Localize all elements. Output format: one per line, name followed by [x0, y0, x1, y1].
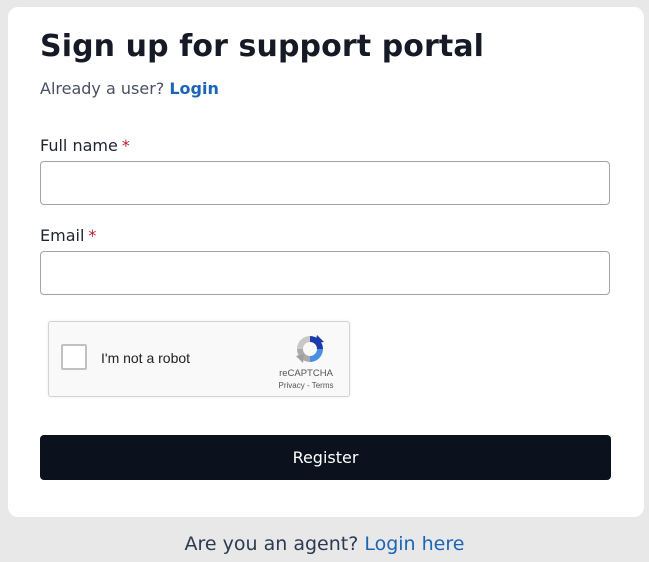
recaptcha-privacy-link[interactable]: Privacy — [279, 381, 305, 390]
email-input[interactable] — [40, 251, 610, 295]
signup-card: Sign up for support portal Already a use… — [8, 7, 644, 517]
already-user-text: Already a user? — [40, 79, 165, 98]
recaptcha-brand: reCAPTCHA — [279, 368, 333, 379]
page-title: Sign up for support portal — [40, 29, 485, 64]
recaptcha-separator: - — [306, 381, 310, 390]
login-link[interactable]: Login — [169, 79, 219, 98]
full-name-label: Full name * — [40, 136, 130, 155]
agent-login-prompt: Are you an agent? Login here — [0, 533, 649, 555]
recaptcha-logo-icon — [296, 335, 324, 363]
full-name-input[interactable] — [40, 161, 610, 205]
recaptcha-label: I'm not a robot — [101, 350, 191, 366]
login-prompt: Already a user? Login — [40, 79, 219, 98]
agent-question: Are you an agent? — [184, 533, 359, 555]
email-label: Email * — [40, 226, 96, 245]
recaptcha-widget: I'm not a robot reCAPTCHA Privacy - Term… — [48, 321, 350, 397]
agent-login-link[interactable]: Login here — [364, 533, 464, 555]
register-button[interactable]: Register — [40, 435, 611, 480]
email-label-text: Email — [40, 226, 85, 245]
required-marker: * — [121, 136, 130, 155]
required-marker: * — [88, 226, 97, 245]
full-name-label-text: Full name — [40, 136, 118, 155]
recaptcha-checkbox[interactable] — [61, 344, 87, 370]
recaptcha-terms-link[interactable]: Terms — [312, 381, 334, 390]
recaptcha-links: Privacy - Terms — [269, 381, 343, 390]
